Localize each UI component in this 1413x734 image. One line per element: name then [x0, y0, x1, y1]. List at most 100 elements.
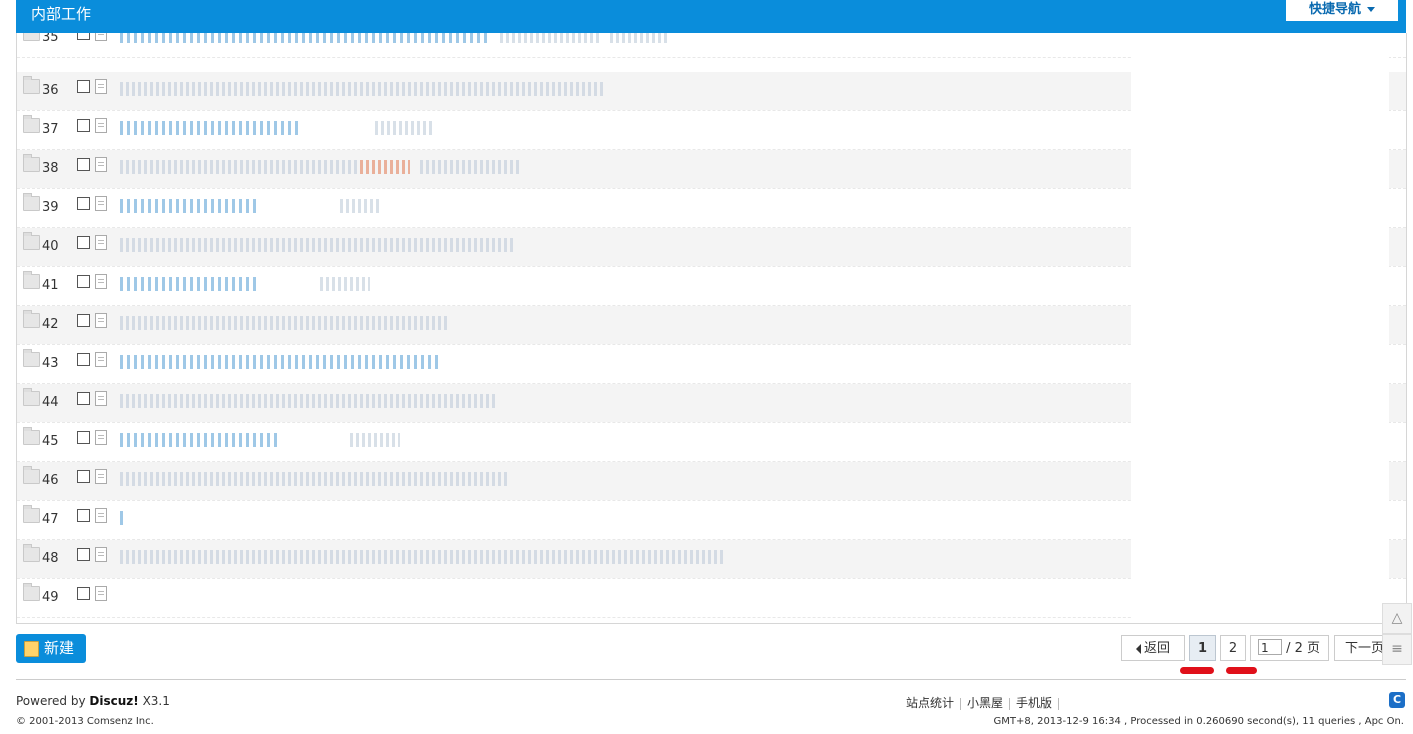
redacted-text — [120, 121, 300, 135]
folder-icon — [23, 33, 40, 41]
row-number: 47 — [42, 512, 59, 527]
blank-region — [1131, 33, 1389, 623]
row-band — [1389, 540, 1406, 578]
row-number: 39 — [42, 200, 59, 215]
footer-link-mobile[interactable]: 手机版 — [1016, 696, 1052, 710]
row-band — [1389, 228, 1406, 266]
forum-title: 内部工作 — [31, 5, 92, 23]
document-icon — [95, 118, 107, 133]
list-icon: ≡ — [1391, 641, 1403, 657]
list-view-button[interactable]: ≡ — [1382, 634, 1412, 665]
redacted-text — [120, 394, 495, 408]
redacted-text — [120, 550, 725, 564]
redacted-text — [120, 472, 510, 486]
back-button[interactable]: 返回 — [1121, 635, 1185, 661]
redacted-text — [420, 160, 520, 174]
redacted-text — [120, 238, 515, 252]
row-checkbox[interactable] — [77, 392, 90, 405]
powered-brand[interactable]: Discuz! — [89, 694, 138, 708]
redacted-text — [340, 199, 380, 213]
row-band — [1389, 384, 1406, 422]
row-number: 40 — [42, 239, 59, 254]
document-icon — [95, 508, 107, 523]
link-divider — [1058, 697, 1060, 710]
redacted-text — [320, 277, 370, 291]
document-icon — [95, 33, 107, 41]
chevron-left-icon — [1135, 643, 1141, 654]
row-checkbox[interactable] — [77, 548, 90, 561]
redacted-text — [120, 33, 490, 43]
page-1-button[interactable]: 1 — [1189, 635, 1216, 661]
new-thread-label: 新建 — [44, 639, 75, 657]
row-checkbox[interactable] — [77, 353, 90, 366]
document-icon — [95, 547, 107, 562]
folder-icon — [23, 154, 40, 172]
footer-link-blacklist[interactable]: 小黑屋 — [967, 696, 1003, 710]
document-icon — [95, 79, 107, 94]
annotation-mark — [1180, 667, 1214, 674]
row-checkbox[interactable] — [77, 158, 90, 171]
folder-icon — [23, 193, 40, 211]
row-checkbox[interactable] — [77, 33, 90, 40]
row-number: 42 — [42, 317, 59, 332]
redacted-text — [120, 511, 126, 525]
redacted-text — [120, 355, 440, 369]
row-band — [1389, 150, 1406, 188]
up-arrow-icon: △ — [1391, 610, 1403, 626]
row-checkbox[interactable] — [77, 197, 90, 210]
new-thread-button[interactable]: 新建 — [16, 634, 86, 663]
row-number: 38 — [42, 161, 59, 176]
powered-version: X3.1 — [142, 694, 170, 708]
row-checkbox[interactable] — [77, 587, 90, 600]
redacted-text — [360, 160, 410, 174]
footer-divider — [16, 679, 1406, 680]
folder-icon — [23, 427, 40, 445]
redacted-text — [350, 433, 400, 447]
document-icon — [95, 235, 107, 250]
row-number: 44 — [42, 395, 59, 410]
row-band — [1389, 72, 1406, 110]
row-checkbox[interactable] — [77, 80, 90, 93]
row-checkbox[interactable] — [77, 509, 90, 522]
row-checkbox[interactable] — [77, 314, 90, 327]
quick-nav-label: 快捷导航 — [1308, 2, 1361, 17]
site-logo-icon[interactable]: C — [1389, 692, 1405, 708]
chevron-down-icon — [1367, 7, 1375, 12]
server-info: GMT+8, 2013-12-9 16:34 , Processed in 0.… — [993, 716, 1405, 727]
folder-icon — [23, 388, 40, 406]
page-2-button[interactable]: 2 — [1220, 635, 1246, 661]
folder-icon — [23, 76, 40, 94]
document-icon — [95, 469, 107, 484]
row-checkbox[interactable] — [77, 236, 90, 249]
header-bar: 内部工作 快捷导航 — [16, 0, 1406, 33]
document-icon — [95, 586, 107, 601]
row-number: 48 — [42, 551, 59, 566]
row-number: 45 — [42, 434, 59, 449]
quick-nav-button[interactable]: 快捷导航 — [1286, 0, 1398, 21]
folder-icon — [23, 466, 40, 484]
redacted-text — [500, 33, 600, 43]
annotation-mark — [1226, 667, 1257, 674]
document-icon — [95, 274, 107, 289]
link-divider — [1009, 697, 1011, 710]
folder-icon — [23, 271, 40, 289]
page-input[interactable]: 1 — [1258, 639, 1282, 655]
redacted-text — [120, 316, 450, 330]
document-icon — [95, 157, 107, 172]
folder-icon — [23, 349, 40, 367]
scroll-top-button[interactable]: △ — [1382, 603, 1412, 634]
row-checkbox[interactable] — [77, 275, 90, 288]
folder-icon — [23, 583, 40, 601]
document-icon — [95, 313, 107, 328]
footer-link-stats[interactable]: 站点统计 — [906, 696, 954, 710]
row-checkbox[interactable] — [77, 119, 90, 132]
redacted-text — [375, 121, 435, 135]
link-divider — [960, 697, 962, 710]
page-total: / 2 页 — [1286, 641, 1320, 656]
folder-icon — [23, 232, 40, 250]
row-checkbox[interactable] — [77, 431, 90, 444]
edit-icon — [24, 641, 39, 657]
row-number: 43 — [42, 356, 59, 371]
folder-icon — [23, 310, 40, 328]
row-checkbox[interactable] — [77, 470, 90, 483]
